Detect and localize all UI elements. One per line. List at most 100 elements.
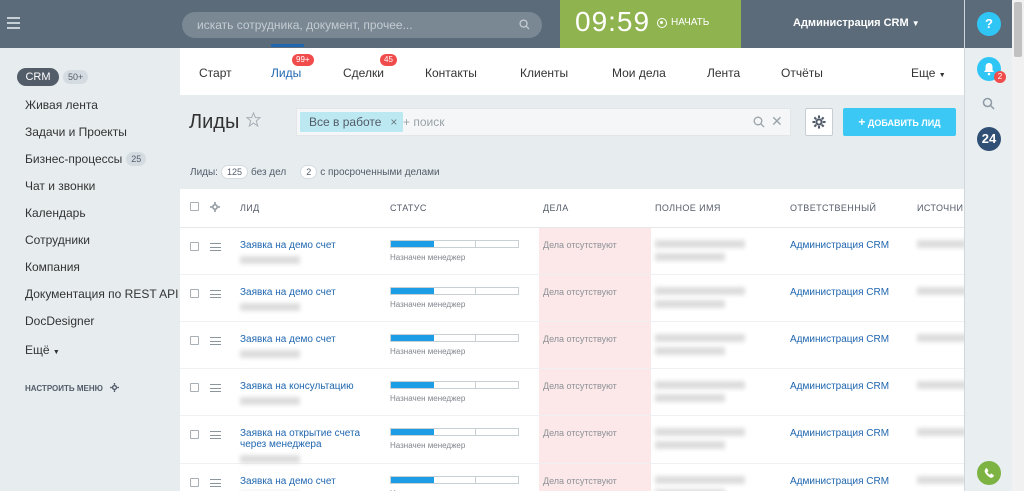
filter-search-input[interactable]: + поиск	[403, 115, 444, 129]
table-row[interactable]: Заявка на демо счетНазначен менеджерДела…	[180, 227, 964, 275]
column-header-status[interactable]: СТАТУС	[386, 189, 539, 228]
table-row[interactable]: Заявка на демо счетНазначен менеджерДела…	[180, 321, 964, 369]
row-checkbox[interactable]	[190, 477, 199, 487]
lead-link[interactable]: Заявка на демо счет	[240, 334, 386, 345]
counter-label[interactable]: без дел	[251, 167, 286, 178]
tab-more[interactable]: Еще ▼	[911, 66, 946, 80]
lead-link[interactable]: Заявка на демо счет	[240, 240, 386, 251]
row-checkbox[interactable]	[190, 382, 199, 392]
no-deals-label: Дела отсутствуют	[543, 427, 617, 438]
sidebar-item-docdesigner[interactable]: DocDesigner	[25, 314, 94, 328]
column-header-lead[interactable]: ЛИД	[236, 189, 386, 228]
search-box[interactable]	[182, 12, 542, 38]
table-row[interactable]: Заявка на консультацию Назначен менеджер Д…	[180, 368, 964, 416]
grid-settings[interactable]	[206, 189, 236, 228]
tab-deals[interactable]: Сделки	[343, 66, 384, 80]
column-header-full-name[interactable]: ПОЛНОЕ ИМЯ	[651, 189, 786, 228]
phone-icon[interactable]	[977, 461, 1001, 485]
filter-chip[interactable]: Все в работе ×	[300, 112, 404, 132]
status-progress[interactable]	[390, 333, 519, 342]
lead-cell: Заявка на открытие счета через менеджера	[236, 415, 386, 464]
start-workday-button[interactable]: НАЧАТЬ	[657, 17, 709, 28]
select-all-checkbox[interactable]	[180, 189, 206, 228]
status-progress[interactable]	[390, 286, 519, 295]
status-progress[interactable]	[390, 475, 519, 484]
column-header-source[interactable]: ИСТОЧНИК	[913, 189, 964, 228]
table-row[interactable]: Заявка на демо счетНазначен менеджерДела…	[180, 463, 964, 491]
settings-button[interactable]	[805, 108, 833, 136]
sidebar-item-live-feed[interactable]: Живая лента	[25, 98, 98, 112]
tab-reports[interactable]: Отчёты	[781, 66, 823, 80]
scrollbar[interactable]	[1012, 0, 1024, 491]
filter-bar[interactable]: Все в работе × + поиск ✕	[296, 108, 791, 136]
sidebar-item-calendar[interactable]: Календарь	[25, 206, 86, 220]
responsible-link[interactable]: Администрация CRM	[790, 334, 913, 345]
lead-link[interactable]: Заявка на демо счет	[240, 476, 386, 487]
progress-segment	[391, 287, 434, 294]
full-name-cell	[651, 321, 786, 369]
scrollbar-thumb[interactable]	[1014, 2, 1022, 57]
search-icon[interactable]	[753, 116, 765, 128]
row-actions-icon[interactable]	[210, 430, 221, 439]
lead-link[interactable]: Заявка на демо счет	[240, 287, 386, 298]
responsible-link[interactable]: Администрация CRM	[790, 240, 913, 251]
tab-feed[interactable]: Лента	[707, 66, 740, 80]
menu-icon[interactable]	[7, 17, 20, 29]
checkbox[interactable]	[190, 202, 199, 212]
tab-start[interactable]: Старт	[199, 66, 232, 80]
sidebar-item-tasks[interactable]: Задачи и Проекты	[25, 125, 127, 139]
gear-icon[interactable]	[210, 201, 220, 212]
crm-tabs: Старт Лиды 99+ Сделки 45 Контакты Клиент…	[180, 48, 964, 95]
lead-link[interactable]: Заявка на открытие счета через менеджера	[240, 428, 386, 450]
responsible-link[interactable]: Администрация CRM	[790, 428, 913, 439]
overdue-count[interactable]: 2	[300, 165, 318, 179]
row-checkbox[interactable]	[190, 288, 199, 298]
row-menu-cell	[206, 415, 236, 464]
help-button[interactable]: ?	[977, 12, 1001, 36]
responsible-link[interactable]: Администрация CRM	[790, 287, 913, 298]
row-checkbox[interactable]	[190, 241, 199, 251]
responsible-link[interactable]: Администрация CRM	[790, 381, 913, 392]
search-icon[interactable]	[519, 19, 530, 30]
status-progress[interactable]	[390, 427, 519, 436]
tab-leads[interactable]: Лиды	[271, 66, 301, 80]
column-header-deals[interactable]: ДЕЛА	[539, 189, 651, 228]
sidebar-item-crm[interactable]: CRM	[17, 68, 59, 86]
row-actions-icon[interactable]	[210, 242, 221, 251]
responsible-link[interactable]: Администрация CRM	[790, 476, 913, 487]
row-actions-icon[interactable]	[210, 336, 221, 345]
bitrix24-logo[interactable]: 24	[977, 127, 1001, 151]
star-icon[interactable]	[246, 112, 261, 127]
sidebar-item-employees[interactable]: Сотрудники	[25, 233, 90, 247]
tab-clients[interactable]: Клиенты	[520, 66, 568, 80]
sidebar-item-rest-api[interactable]: Документация по REST API	[25, 287, 179, 301]
user-menu[interactable]: Администрация CRM ▼	[793, 17, 920, 29]
tab-contacts[interactable]: Контакты	[425, 66, 477, 80]
tab-my-activities[interactable]: Мои дела	[612, 66, 666, 80]
counter-label[interactable]: с просроченными делами	[320, 167, 439, 178]
no-deals-label: Дела отсутствуют	[543, 239, 617, 250]
add-lead-button[interactable]: + ДОБАВИТЬ ЛИД	[843, 108, 956, 136]
column-header-responsible[interactable]: ОТВЕТСТВЕННЫЙ	[786, 189, 913, 228]
sidebar-item-business-processes[interactable]: Бизнес-процессы 25	[25, 152, 147, 166]
sidebar-item-chat[interactable]: Чат и звонки	[25, 179, 95, 193]
table-row[interactable]: Заявка на демо счетНазначен менеджерДела…	[180, 274, 964, 322]
clear-icon[interactable]: ✕	[771, 113, 783, 130]
lead-link[interactable]: Заявка на консультацию	[240, 381, 386, 392]
table-row[interactable]: Заявка на открытие счета через менеджера…	[180, 415, 964, 464]
search-input[interactable]	[182, 12, 502, 38]
sidebar-item-company[interactable]: Компания	[25, 260, 80, 274]
status-progress[interactable]	[390, 380, 519, 389]
row-checkbox[interactable]	[190, 429, 199, 439]
search-icon[interactable]	[982, 97, 995, 110]
row-actions-icon[interactable]	[210, 383, 221, 392]
configure-menu-button[interactable]: НАСТРОИТЬ МЕНЮ	[25, 383, 120, 393]
sidebar-item-more[interactable]: Ещё ▼	[25, 343, 60, 357]
leads-count[interactable]: 125	[220, 165, 248, 179]
status-progress[interactable]	[390, 239, 519, 248]
row-actions-icon[interactable]	[210, 478, 221, 487]
close-icon[interactable]: ×	[390, 112, 397, 132]
progress-segment	[391, 334, 434, 341]
row-checkbox[interactable]	[190, 335, 199, 345]
row-actions-icon[interactable]	[210, 289, 221, 298]
